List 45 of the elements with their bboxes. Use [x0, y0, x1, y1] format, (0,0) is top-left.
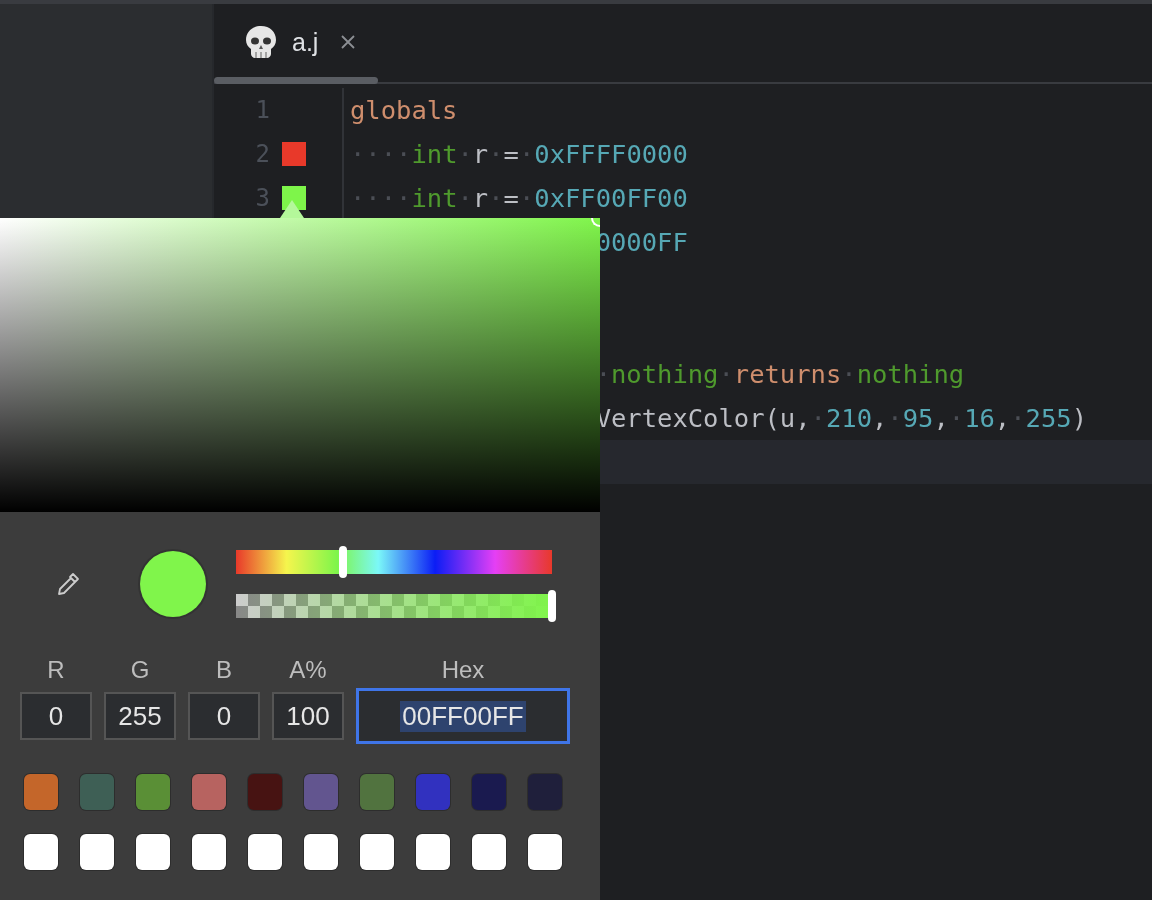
code-line: VertexColor(u,·210,·95,·16,·255): [595, 403, 1087, 433]
color-swatch[interactable]: [282, 186, 306, 210]
color-swatch[interactable]: [192, 774, 226, 810]
color-swatch[interactable]: [192, 834, 226, 870]
editor-tab[interactable]: a.j: [214, 4, 357, 80]
code-line: 0000FF: [595, 227, 688, 257]
color-swatch[interactable]: [416, 834, 450, 870]
field-label: G: [130, 656, 150, 684]
field-label: R: [47, 656, 65, 684]
close-icon[interactable]: [340, 34, 357, 50]
color-swatch[interactable]: [304, 834, 338, 870]
color-swatch[interactable]: [472, 774, 506, 810]
value-field[interactable]: 255: [104, 692, 176, 740]
color-swatch[interactable]: [360, 834, 394, 870]
code-line: ·nothing·returns·nothing: [595, 359, 965, 389]
slider-thumb[interactable]: [339, 546, 348, 578]
color-handle[interactable]: [591, 218, 600, 227]
color-swatch[interactable]: [80, 834, 114, 870]
color-swatch[interactable]: [528, 834, 562, 870]
slider-thumb[interactable]: [548, 590, 556, 622]
hex-field[interactable]: 00FF00FF: [356, 688, 570, 744]
color-swatch[interactable]: [136, 774, 170, 810]
field-label: B: [216, 656, 232, 684]
color-swatch[interactable]: [472, 834, 506, 870]
color-swatch[interactable]: [416, 774, 450, 810]
color-swatch[interactable]: [24, 834, 58, 870]
value-field[interactable]: 100: [272, 692, 344, 740]
color-swatch[interactable]: [360, 774, 394, 810]
color-swatch[interactable]: [136, 834, 170, 870]
code-line: globals: [350, 95, 458, 125]
color-swatch[interactable]: [304, 774, 338, 810]
color-swatch[interactable]: [248, 834, 282, 870]
color-swatch[interactable]: [80, 774, 114, 810]
color-swatch[interactable]: [282, 142, 306, 166]
color-swatch[interactable]: [24, 774, 58, 810]
color-swatch[interactable]: [528, 774, 562, 810]
field-label: A%: [289, 656, 327, 684]
saturation-brightness-field[interactable]: [0, 218, 600, 512]
value-field[interactable]: 0: [188, 692, 260, 740]
tab-scrollbar[interactable]: [214, 77, 378, 84]
code-line: ····int·r·=·0xFFFF0000: [350, 139, 688, 169]
color-swatch[interactable]: [248, 774, 282, 810]
value-field[interactable]: 0: [20, 692, 92, 740]
code-line: ····int·r·=·0xFF00FF00: [350, 183, 688, 213]
field-label: Hex: [441, 656, 485, 684]
